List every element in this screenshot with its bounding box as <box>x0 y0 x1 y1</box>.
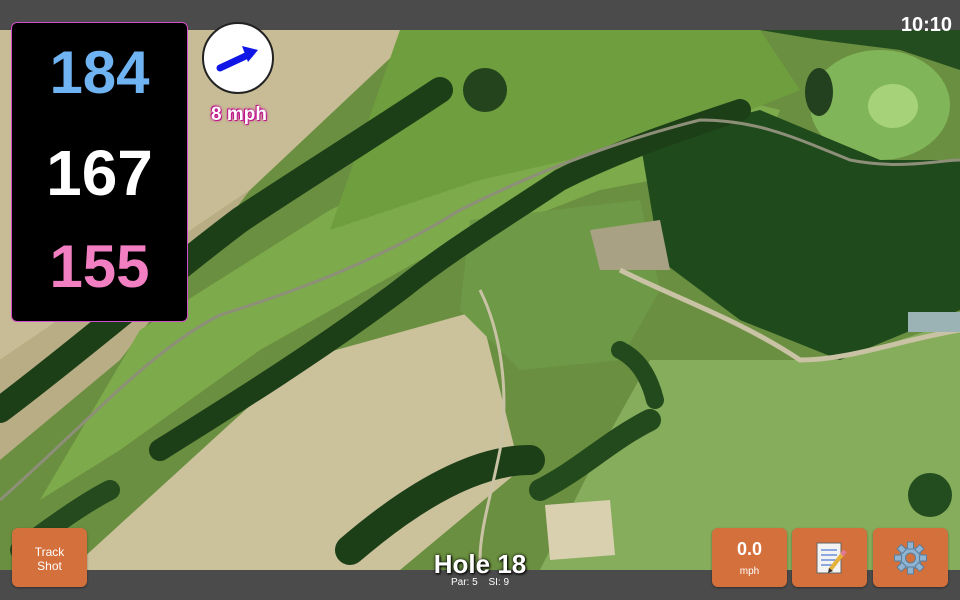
hole-title: Hole 18 <box>433 549 527 579</box>
wind-arrow-icon <box>216 46 258 72</box>
notepad-icon <box>816 542 847 574</box>
wind-indicator <box>202 22 274 94</box>
wind-speed-label: 8 mph <box>211 104 267 125</box>
clock: 10:10 <box>900 14 952 36</box>
notes-button[interactable] <box>792 528 867 587</box>
speed-unit: mph <box>739 566 760 577</box>
middle-distance: 167 <box>46 137 153 209</box>
gear-icon <box>894 541 927 575</box>
speed-button[interactable]: 0.0 mph <box>712 528 787 587</box>
track-shot-button[interactable]: Track Shot <box>12 528 87 587</box>
back-distance: 184 <box>49 39 150 106</box>
si-label: SI: 9 <box>488 577 510 588</box>
par-label: Par: 5 <box>450 577 478 588</box>
track-shot-label: Track Shot <box>34 545 65 573</box>
settings-button[interactable] <box>873 528 948 587</box>
distance-panel: 184 167 155 <box>11 22 188 322</box>
speed-value: 0.0 <box>736 539 763 559</box>
hole-meta: Par: 5 SI: 9 <box>380 577 580 588</box>
front-distance: 155 <box>49 233 150 300</box>
